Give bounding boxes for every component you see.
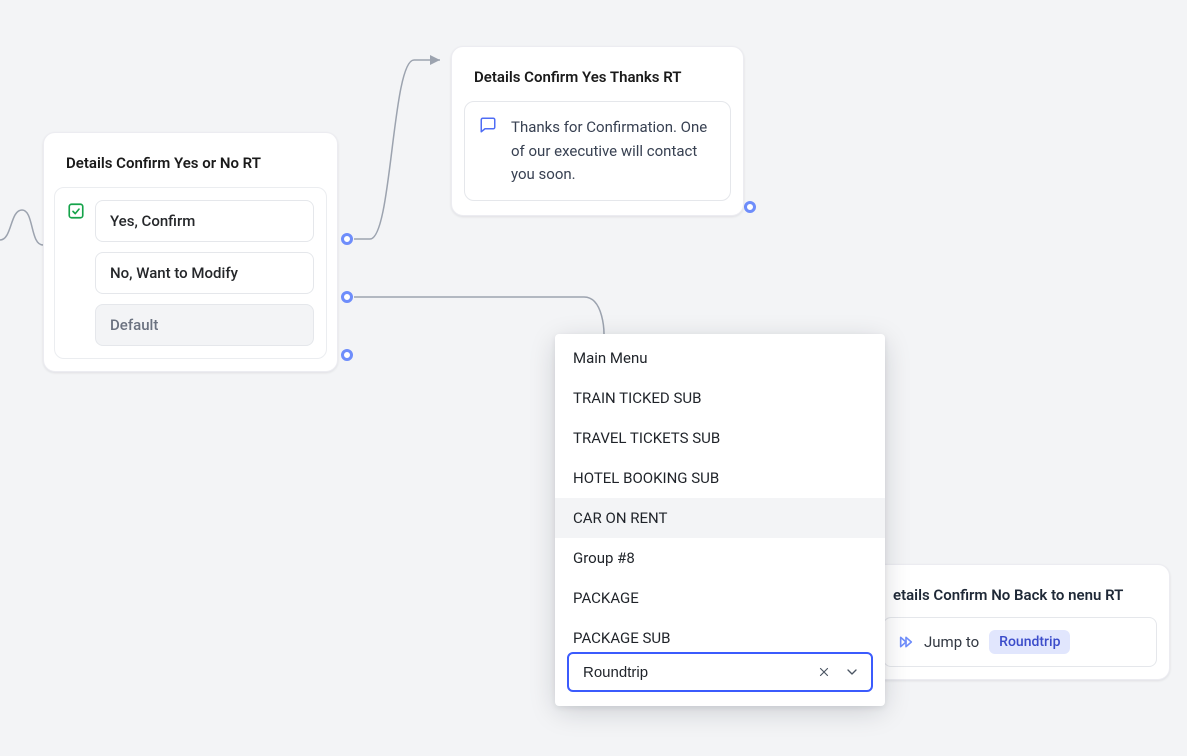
dropdown-option[interactable]: TRAVEL TICKETS SUB (555, 418, 885, 458)
node-details-confirm[interactable]: Details Confirm Yes or No RT Yes, Confir… (43, 132, 338, 372)
option-no-modify[interactable]: No, Want to Modify (95, 252, 314, 294)
target-select-popover[interactable]: Main Menu TRAIN TICKED SUB TRAVEL TICKET… (555, 334, 885, 706)
dropdown-option[interactable]: CAR ON RENT (555, 498, 885, 538)
jump-target-tag: Roundtrip (989, 630, 1070, 654)
checkbox-icon (67, 202, 85, 220)
jump-label: Jump to (924, 633, 979, 651)
decision-body: Yes, Confirm No, Want to Modify Default (54, 187, 327, 359)
node-thanks[interactable]: Details Confirm Yes Thanks RT Thanks for… (451, 46, 744, 216)
thanks-message: Thanks for Confirmation. One of our exec… (511, 118, 707, 183)
node-title: Details Confirm Yes or No RT (44, 133, 337, 187)
clear-icon[interactable] (813, 661, 835, 683)
option-default[interactable]: Default (95, 304, 314, 346)
message-icon (479, 116, 497, 134)
fast-forward-icon (898, 634, 914, 650)
port-thanks[interactable] (744, 201, 756, 213)
jump-to-action[interactable]: Jump to Roundtrip (883, 617, 1157, 667)
port-default[interactable] (341, 349, 353, 361)
dropdown-option[interactable]: HOTEL BOOKING SUB (555, 458, 885, 498)
dropdown-option[interactable]: Group #8 (555, 538, 885, 578)
chevron-down-icon[interactable] (841, 661, 863, 683)
flow-canvas[interactable]: Details Confirm Yes or No RT Yes, Confir… (0, 0, 1187, 756)
dropdown-search-input[interactable] (581, 663, 807, 682)
node-no-back[interactable]: etails Confirm No Back to nenu RT Jump t… (870, 564, 1170, 680)
port-yes[interactable] (341, 233, 353, 245)
dropdown-option[interactable]: PACKAGE SUB (555, 618, 885, 648)
dropdown-list[interactable]: Main Menu TRAIN TICKED SUB TRAVEL TICKET… (555, 334, 885, 648)
dropdown-input-wrap[interactable] (567, 652, 873, 692)
node-title: etails Confirm No Back to nenu RT (871, 565, 1169, 617)
node-title: Details Confirm Yes Thanks RT (452, 47, 743, 101)
dropdown-option[interactable]: PACKAGE (555, 578, 885, 618)
option-yes-confirm[interactable]: Yes, Confirm (95, 200, 314, 242)
thanks-body: Thanks for Confirmation. One of our exec… (464, 101, 731, 201)
port-no[interactable] (341, 291, 353, 303)
dropdown-option[interactable]: TRAIN TICKED SUB (555, 378, 885, 418)
dropdown-option[interactable]: Main Menu (555, 338, 885, 378)
